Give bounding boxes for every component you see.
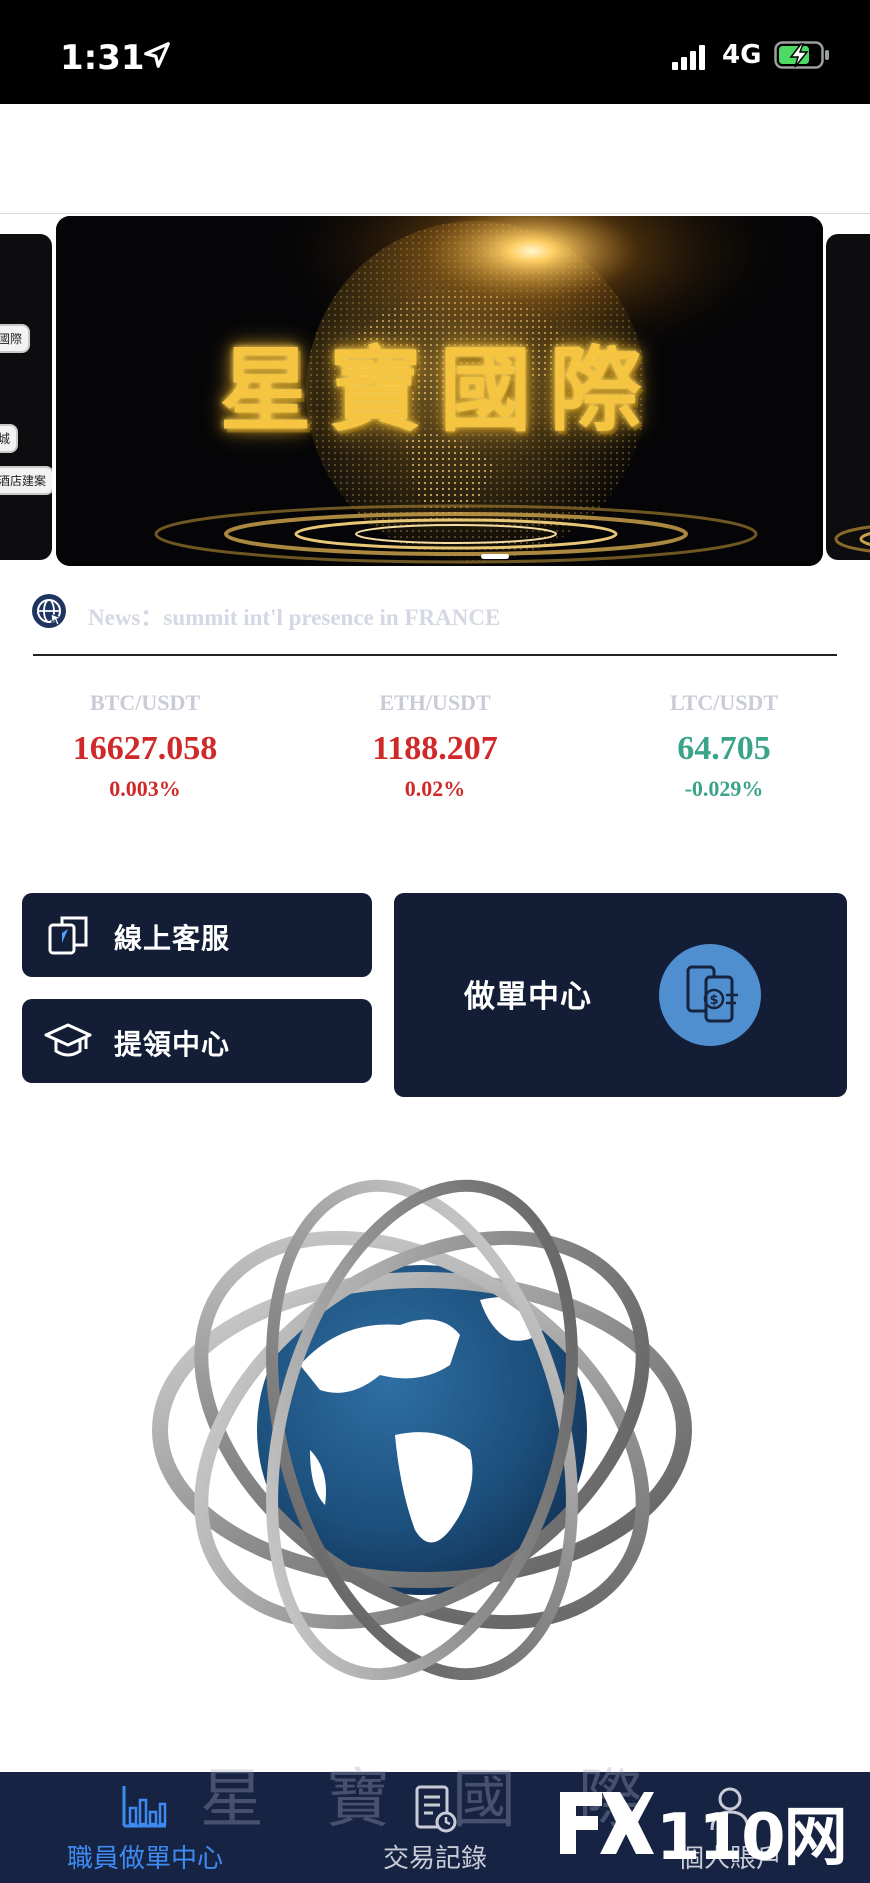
globe-news-icon <box>32 594 66 628</box>
ticker-change: -0.029% <box>684 776 764 801</box>
ticker-price: 16627.058 <box>72 730 218 767</box>
ticker-eth[interactable]: ETH/USDT 1188.207 0.02% <box>305 690 565 802</box>
news-text: News：summit int'l presence in FRANCE <box>88 605 501 630</box>
ticker-change: 0.02% <box>404 776 466 801</box>
banner-ring-decoration <box>834 525 870 553</box>
fx110-logo-mark <box>560 1792 654 1854</box>
nav-label: 交易記錄 <box>382 1844 487 1874</box>
status-time: 1:31 <box>60 38 145 78</box>
withdraw-center-button[interactable]: 提領中心 <box>22 999 372 1083</box>
nav-item-transaction-records[interactable]: 交易記錄 <box>355 1772 515 1883</box>
ticker-change: 0.003% <box>109 776 181 801</box>
ticker-symbol: BTC/USDT <box>89 690 201 715</box>
peek-label: 國際 <box>0 324 31 353</box>
header-spacer <box>0 104 870 214</box>
signal-bars-icon <box>672 45 705 70</box>
banner-title: 星寶國際 <box>219 336 660 444</box>
battery-charging-icon <box>774 41 829 69</box>
banner-slide[interactable]: 星寶國際 <box>56 216 823 566</box>
ticker-symbol: LTC/USDT <box>669 690 778 715</box>
customer-service-button[interactable]: 線上客服 <box>22 893 372 977</box>
nav-item-staff-order-center[interactable]: 職員做單中心 <box>50 1772 240 1883</box>
graduation-cap-icon <box>44 1023 92 1057</box>
fx110-wordmark: 110网 <box>656 1801 848 1875</box>
withdraw-center-label: 提領中心 <box>114 1028 231 1061</box>
location-arrow-icon <box>144 42 170 68</box>
company-globe-logo <box>152 1179 692 1680</box>
mobile-payment-icon: $ <box>659 944 761 1046</box>
carousel-next-slide[interactable] <box>826 234 870 560</box>
peek-label: 酒店建案 <box>0 466 52 495</box>
peek-label: 城 <box>0 424 19 453</box>
banner-carousel[interactable]: 國際 城 酒店建案 星寶國際 <box>0 214 870 570</box>
ticker-price: 64.705 <box>677 730 771 767</box>
order-center-button[interactable]: 做單中心 $ <box>394 893 847 1097</box>
customer-service-label: 線上客服 <box>114 922 231 955</box>
customer-service-icon <box>48 916 88 955</box>
ticker-btc[interactable]: BTC/USDT 16627.058 0.003% <box>15 690 275 802</box>
carousel-prev-slide[interactable]: 國際 城 酒店建案 <box>0 234 52 560</box>
order-center-label: 做單中心 <box>464 979 592 1015</box>
status-bar: 1:31 4G <box>0 0 870 104</box>
svg-text:$: $ <box>709 993 718 1008</box>
ticker-ltc[interactable]: LTC/USDT 64.705 -0.029% <box>594 690 854 802</box>
network-type: 4G <box>722 40 762 70</box>
document-clock-icon <box>415 1785 457 1833</box>
nav-label: 職員做單中心 <box>66 1844 223 1874</box>
section-divider <box>33 654 837 656</box>
ticker-price: 1188.207 <box>372 730 498 767</box>
fx110-watermark: 110网 <box>558 1786 848 1875</box>
news-ticker[interactable]: News：summit int'l presence in FRANCE <box>30 590 840 630</box>
ticker-symbol: ETH/USDT <box>379 690 491 715</box>
bar-chart-icon <box>122 1786 167 1828</box>
carousel-indicator[interactable] <box>481 554 509 559</box>
